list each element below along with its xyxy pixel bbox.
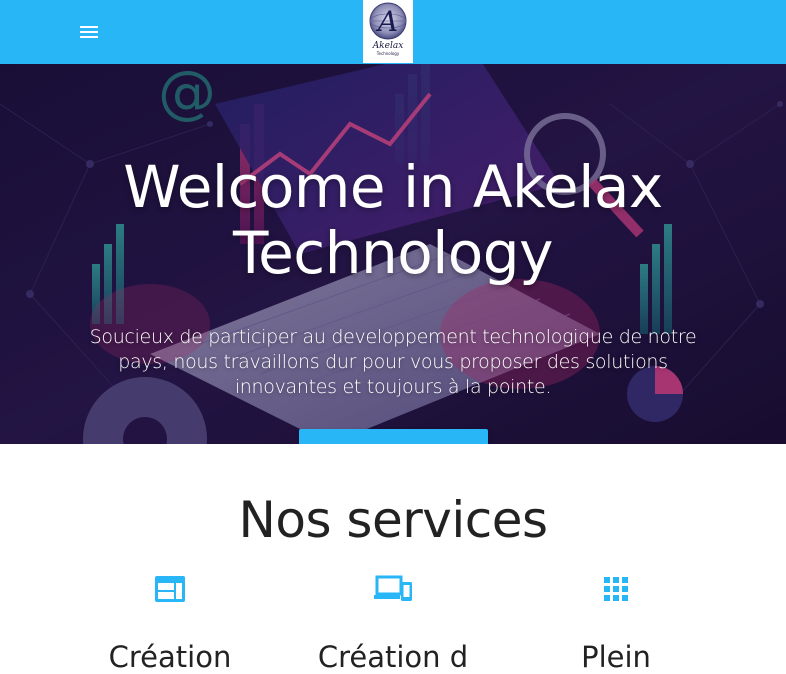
devices-icon [374,575,412,601]
service-item[interactable]: Création d [283,574,503,674]
service-item[interactable]: Plein [506,574,726,674]
service-label: Création [108,640,232,674]
logo-emblem-icon: A [369,2,407,40]
service-item[interactable]: Création [60,574,280,674]
logo-subtext: Technology [376,51,400,56]
menu-icon [80,26,98,38]
hero-title: Welcome in Akelax Technology [93,154,693,286]
web-icon [155,576,185,602]
services-title: Nos services [238,491,548,549]
hero-cta-button[interactable] [299,429,488,444]
service-label: Plein [581,640,651,674]
logo-letter: A [375,5,398,38]
akelax-logo[interactable]: A Akelax Technology [363,0,413,63]
hero-title-line-2: Technology [233,219,553,287]
hero-title-line-1: Welcome in Akelax [123,153,663,221]
top-navbar: A Akelax Technology [0,0,786,64]
hero-description: Soucieux de participer au developpement … [89,326,697,398]
apps-icon [604,577,628,601]
service-label: Création d [317,640,469,674]
logo-text: Akelax [372,41,404,51]
hero-section: @ Welcome in Akelax Technology Soucieux … [0,64,786,444]
menu-button[interactable] [76,19,102,45]
